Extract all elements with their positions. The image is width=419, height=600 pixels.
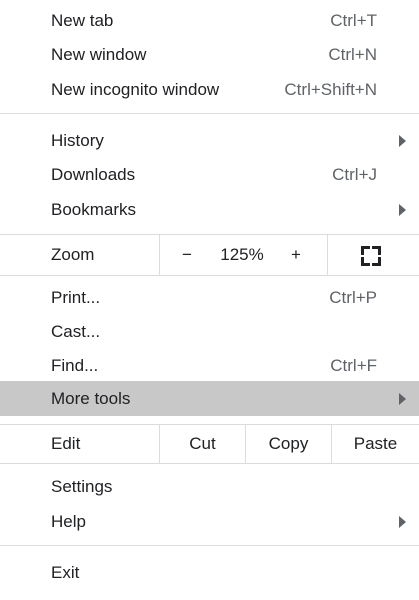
zoom-label: Zoom — [51, 245, 95, 264]
menu-item-downloads[interactable]: Downloads Ctrl+J — [0, 157, 419, 192]
menu-item-history[interactable]: History — [0, 123, 419, 158]
menu-item-label: History — [51, 130, 104, 150]
zoom-out-button[interactable]: − — [182, 245, 192, 265]
menu-item-label: Bookmarks — [51, 199, 137, 219]
menu-item-label: Downloads — [51, 164, 136, 184]
paste-button-label: Paste — [353, 434, 398, 453]
shortcut-label: Ctrl+Shift+N — [284, 79, 377, 99]
menu-item-label: New window — [51, 44, 147, 64]
menu-item-help[interactable]: Help — [0, 504, 419, 539]
zoom-level-value: 125% — [220, 245, 264, 264]
zoom-in-button[interactable]: + — [291, 245, 301, 265]
shortcut-label: Ctrl+T — [330, 10, 377, 30]
edit-row: Edit Cut Copy Paste — [0, 424, 419, 464]
zoom-row: Zoom − 125% + — [0, 235, 419, 275]
menu-separator — [0, 113, 419, 114]
edit-label: Edit — [51, 434, 81, 453]
submenu-arrow-icon — [399, 134, 406, 147]
menu-item-more-tools[interactable]: More tools — [0, 381, 419, 416]
copy-button-label: Copy — [268, 434, 309, 453]
menu-item-label: Settings — [51, 476, 113, 496]
zoom-divider — [327, 235, 328, 275]
shortcut-label: Ctrl+P — [329, 287, 377, 307]
fullscreen-icon[interactable] — [361, 246, 381, 266]
submenu-arrow-icon — [399, 392, 406, 405]
submenu-arrow-icon — [399, 515, 406, 528]
menu-separator — [0, 463, 419, 464]
cut-button-label: Cut — [189, 434, 216, 453]
menu-item-print[interactable]: Print... Ctrl+P — [0, 280, 419, 315]
menu-item-bookmarks[interactable]: Bookmarks — [0, 192, 419, 227]
menu-item-new-incognito-window[interactable]: New incognito window Ctrl+Shift+N — [0, 72, 419, 107]
menu-item-find[interactable]: Find... Ctrl+F — [0, 348, 419, 383]
zoom-divider — [159, 235, 160, 275]
shortcut-label: Ctrl+N — [328, 44, 377, 64]
menu-item-label: Print... — [51, 287, 101, 307]
cut-button[interactable]: Cut — [160, 424, 245, 464]
menu-item-label: Exit — [51, 562, 80, 582]
menu-item-new-tab[interactable]: New tab Ctrl+T — [0, 3, 419, 38]
menu-item-label: New tab — [51, 10, 114, 30]
shortcut-label: Ctrl+J — [332, 164, 377, 184]
browser-main-menu: New tab Ctrl+T New window Ctrl+N New inc… — [0, 0, 419, 600]
menu-separator — [0, 275, 419, 276]
menu-item-label: More tools — [51, 388, 131, 408]
shortcut-label: Ctrl+F — [330, 355, 377, 375]
menu-item-cast[interactable]: Cast... — [0, 314, 419, 349]
copy-button[interactable]: Copy — [246, 424, 331, 464]
menu-separator — [0, 545, 419, 546]
menu-item-settings[interactable]: Settings — [0, 469, 419, 504]
menu-item-exit[interactable]: Exit — [0, 555, 419, 590]
menu-item-new-window[interactable]: New window Ctrl+N — [0, 37, 419, 72]
menu-item-label: Help — [51, 511, 86, 531]
paste-button[interactable]: Paste — [332, 424, 419, 464]
menu-item-label: Cast... — [51, 321, 101, 341]
menu-item-label: New incognito window — [51, 79, 220, 99]
menu-item-label: Find... — [51, 355, 99, 375]
submenu-arrow-icon — [399, 203, 406, 216]
